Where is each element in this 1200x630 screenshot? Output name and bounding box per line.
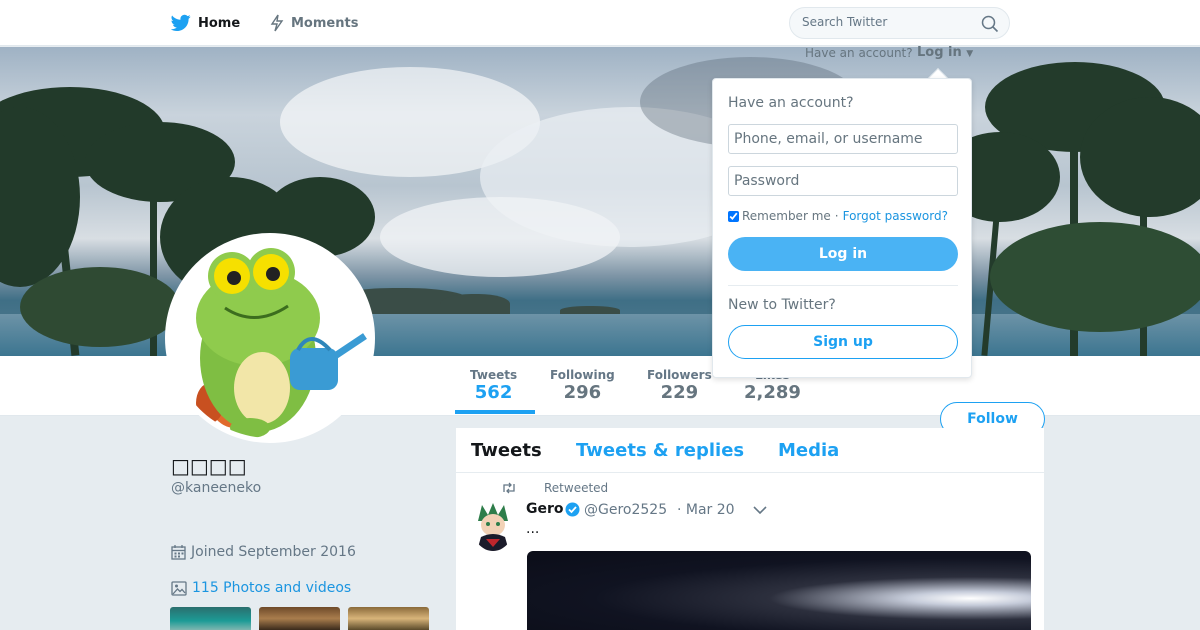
timeline-tabs: Tweets Tweets & replies Media [456,428,1044,473]
nav-home-label: Home [198,15,241,31]
twitter-bird-icon [171,14,191,32]
stat-value: 562 [474,382,513,403]
stat-label: Tweets [470,368,518,382]
tweet-author-handle[interactable]: @Gero2525 [584,502,667,518]
stat-tweets[interactable]: Tweets 562 [470,368,517,403]
login-dropdown: Have an account? Remember me · Forgot pa… [712,78,972,378]
signup-button[interactable]: Sign up [728,325,958,359]
nav-moments[interactable]: Moments [270,0,358,46]
tweet-author-avatar[interactable] [472,501,514,551]
have-account-text: Have an account? [805,46,913,60]
top-navigation-bar: Home Moments [0,0,1200,46]
photos-label: 115 Photos and videos [192,580,352,596]
stat-following[interactable]: Following 296 [550,368,615,403]
chevron-down-icon[interactable] [753,506,767,515]
stat-value: 2,289 [744,382,801,403]
stat-value: 229 [660,382,699,403]
username-field[interactable] [728,124,958,154]
retweet-icon [503,482,515,494]
photo-thumbnail[interactable] [348,607,429,630]
image-icon [171,580,187,596]
joined-label: Joined September 2016 [191,544,356,560]
retweeted-label: Retweeted [544,481,609,495]
lightning-icon [270,14,284,32]
password-field[interactable] [728,166,958,196]
tweet-author-name[interactable]: Gero [526,501,564,517]
tweet-media-image[interactable] [527,551,1031,630]
remember-row: Remember me · Forgot password? [728,209,948,223]
photo-thumbnail[interactable] [259,607,340,630]
magnifier-icon[interactable] [981,15,999,33]
stat-label: Followers [647,368,712,382]
nav-moments-label: Moments [291,15,359,31]
login-link-label: Log in [917,45,962,60]
joined-date: Joined September 2016 [171,544,356,560]
new-to-twitter-label: New to Twitter? [728,297,836,313]
dropdown-title: Have an account? [728,95,854,111]
caret-down-icon: ▼ [966,49,974,59]
login-button[interactable]: Log in [728,237,958,271]
tweet-date[interactable]: · Mar 20 [677,502,735,518]
search-box[interactable] [789,7,1010,39]
verified-badge-icon [565,502,580,517]
active-stat-underline [455,410,535,414]
avatar[interactable] [165,233,375,443]
timeline: Tweets Tweets & replies Media Retweeted … [456,428,1044,630]
remember-me-label[interactable]: Remember me [742,209,831,223]
search-input[interactable] [802,15,972,29]
tab-media[interactable]: Media [778,440,839,461]
tab-tweets[interactable]: Tweets [471,440,542,461]
stat-label: Following [550,368,615,382]
divider [728,285,958,286]
tweet-text: ... [526,521,540,537]
stat-value: 296 [563,382,602,403]
remember-me-checkbox[interactable] [728,210,739,222]
nav-home[interactable]: Home [171,0,240,46]
forgot-password-link[interactable]: Forgot password? [843,209,948,223]
login-dropdown-toggle[interactable]: Log in ▼ [917,45,973,60]
profile-name: □□□□ [171,454,247,478]
stat-followers[interactable]: Followers 229 [647,368,712,403]
photos-and-videos-link[interactable]: 115 Photos and videos [171,580,351,596]
tab-tweets-and-replies[interactable]: Tweets & replies [576,440,744,461]
separator-dot: · [834,209,839,223]
profile-handle[interactable]: @kaneeneko [171,480,261,496]
calendar-icon [171,545,186,560]
photo-thumbnail[interactable] [170,607,251,630]
